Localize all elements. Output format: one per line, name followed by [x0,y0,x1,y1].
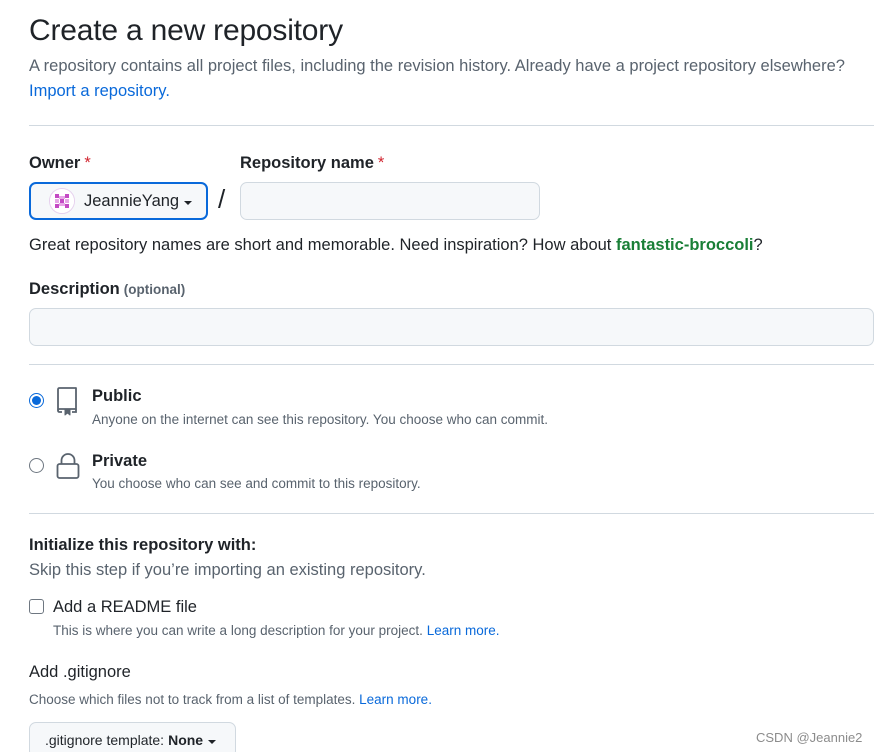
gitignore-button-value: None [168,732,204,748]
repository-name-input[interactable] [240,182,540,220]
initialize-title: Initialize this repository with: [29,536,257,554]
description-input[interactable] [29,308,874,346]
add-readme-checkbox[interactable] [29,599,44,614]
description-label: Description (optional) [29,280,185,299]
private-radio[interactable] [29,458,44,473]
private-option-title: Private [92,452,148,470]
description-label-text: Description [29,280,120,298]
page-title: Create a new repository [29,14,343,47]
owner-label-text: Owner [29,154,81,172]
page-subtitle: A repository contains all project files,… [29,57,845,75]
gitignore-description: Choose which files not to track from a l… [29,692,432,707]
owner-name: JeannieYang [84,191,180,210]
gitignore-learn-more-link[interactable]: Learn more. [359,692,432,707]
readme-learn-more-link[interactable]: Learn more. [427,623,500,638]
caret-down-icon [208,739,217,744]
required-mark: * [377,154,385,172]
public-option-desc: Anyone on the internet can see this repo… [92,412,549,427]
caret-down-icon [184,200,193,205]
optional-tag: (optional) [123,282,186,297]
owner-select-button[interactable]: JeannieYang [29,182,208,220]
public-option-title: Public [92,387,142,405]
name-suggestion-link[interactable]: fantastic-broccoli [616,236,754,254]
gitignore-title: Add .gitignore [29,663,131,681]
repository-name-label: Repository name * [240,154,384,173]
readme-desc-text: This is where you can write a long descr… [53,623,423,638]
add-readme-label[interactable]: Add a README file [53,598,197,617]
gitignore-desc-text: Choose which files not to track from a l… [29,692,356,707]
owner-label: Owner * [29,154,91,173]
repo-icon [54,386,80,421]
readme-description: This is where you can write a long descr… [53,623,499,638]
repository-name-hint: Great repository names are short and mem… [29,236,763,255]
identicon-icon [50,189,74,213]
lock-icon [55,452,81,485]
create-repo-page: Create a new repository A repository con… [0,0,878,752]
divider [29,125,874,126]
gitignore-template-select[interactable]: .gitignore template: None [29,722,236,752]
avatar [49,188,75,214]
hint-text: Great repository names are short and mem… [29,236,616,254]
gitignore-button-label: .gitignore template: [45,732,165,748]
watermark: CSDN @Jeannie2 [756,730,863,745]
owner-repo-separator: / [218,184,226,214]
divider [29,364,874,365]
required-mark: * [84,154,91,172]
initialize-subtitle: Skip this step if you’re importing an ex… [29,561,426,579]
hint-suffix: ? [753,236,763,254]
private-option-desc: You choose who can see and commit to thi… [92,476,421,491]
public-radio[interactable] [29,393,44,408]
repository-name-label-text: Repository name [240,154,374,172]
divider [29,513,874,514]
import-repository-link[interactable]: Import a repository. [29,82,170,101]
